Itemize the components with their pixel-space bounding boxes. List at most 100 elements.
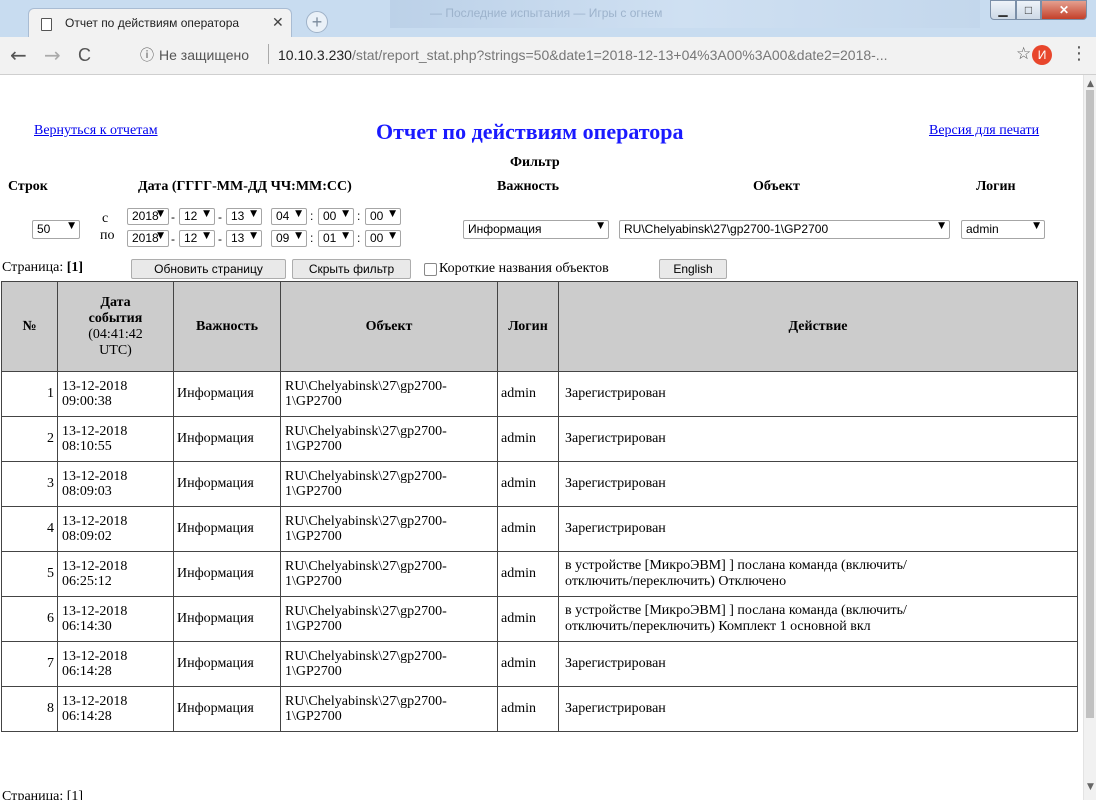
row-date: 13-12-2018 08:10:55 bbox=[57, 416, 174, 462]
row-action-line1: Зарегистрирован bbox=[565, 386, 666, 401]
row-object-line2: 1\GP2700 bbox=[285, 484, 342, 499]
row-importance: Информация bbox=[173, 371, 281, 417]
from-second-select[interactable]: 00 ▼ bbox=[365, 208, 401, 225]
maximize-button[interactable]: □ bbox=[1016, 0, 1041, 20]
back-to-reports-link[interactable]: Вернуться к отчетам bbox=[34, 123, 158, 139]
table-row: 6 13-12-2018 06:14:30 Информация RU\Chelyabi… bbox=[1, 596, 1078, 642]
row-number-text: 4 bbox=[47, 521, 54, 536]
window-controls: ▁ □ ✕ bbox=[990, 0, 1092, 21]
to-day-select[interactable]: 13 ▼ bbox=[226, 230, 262, 247]
report-table: № Дата события (04:41:42 UTC) Важность О… bbox=[1, 281, 1078, 732]
time-separator: : bbox=[310, 231, 314, 245]
col-header-object: Объект bbox=[280, 281, 498, 372]
address-bar[interactable]: ⓘ Не защищено 10.10.3.230/stat/report_st… bbox=[135, 41, 1005, 69]
row-date-time: 06:25:12 bbox=[62, 574, 112, 589]
scroll-down-arrow-icon[interactable]: ▼ bbox=[1087, 782, 1094, 792]
row-action: в устройстве [МикроЭВМ] ] послана команд… bbox=[558, 596, 1078, 642]
close-tab-icon[interactable]: ✕ bbox=[272, 14, 284, 31]
page-content: Вернуться к отчетам Отчет по действиям о… bbox=[0, 75, 1083, 800]
close-window-button[interactable]: ✕ bbox=[1041, 0, 1087, 20]
to-second-select[interactable]: 00 ▼ bbox=[365, 230, 401, 247]
english-button[interactable]: English bbox=[659, 259, 727, 279]
date-header-tz: UTC) bbox=[99, 342, 132, 358]
scroll-up-arrow-icon[interactable]: ▲ bbox=[1087, 79, 1094, 89]
row-importance-text: Информация bbox=[177, 431, 254, 446]
row-number-text: 3 bbox=[47, 476, 54, 491]
table-row: 7 13-12-2018 06:14:28 Информация RU\Chelyabi… bbox=[1, 641, 1078, 687]
row-number-text: 7 bbox=[47, 656, 54, 671]
browser-toolbar: ← → C ⓘ Не защищено 10.10.3.230/stat/rep… bbox=[0, 37, 1096, 75]
to-hour-select[interactable]: 09 ▼ bbox=[271, 230, 307, 247]
row-date-day: 13-12-2018 bbox=[62, 514, 128, 529]
row-importance: Информация bbox=[173, 596, 281, 642]
row-date-day: 13-12-2018 bbox=[62, 379, 128, 394]
chevron-down-icon: ▼ bbox=[250, 231, 257, 241]
table-row: 4 13-12-2018 08:09:02 Информация RU\Chelyabi… bbox=[1, 506, 1078, 552]
time-separator: : bbox=[357, 231, 361, 245]
rows-select[interactable]: 50 ▼ bbox=[32, 220, 80, 239]
row-number-text: 1 bbox=[47, 386, 54, 401]
row-login-text: admin bbox=[501, 701, 536, 716]
chevron-down-icon: ▼ bbox=[157, 231, 164, 241]
from-minute-select[interactable]: 00 ▼ bbox=[318, 208, 354, 225]
row-importance-text: Информация bbox=[177, 611, 254, 626]
row-date: 13-12-2018 08:09:03 bbox=[57, 461, 174, 507]
row-object-line1: RU\Chelyabinsk\27\gp2700- bbox=[285, 469, 447, 484]
chevron-down-icon: ▼ bbox=[389, 231, 396, 241]
from-day-select[interactable]: 13 ▼ bbox=[226, 208, 262, 225]
short-names-checkbox[interactable] bbox=[424, 263, 437, 276]
from-hour-select[interactable]: 04 ▼ bbox=[271, 208, 307, 225]
forward-arrow-icon[interactable]: → bbox=[44, 43, 61, 67]
date-separator: - bbox=[171, 232, 175, 246]
object-select[interactable]: RU\Chelyabinsk\27\gp2700-1\GP2700 ▼ bbox=[619, 220, 950, 239]
bookmark-star-icon[interactable]: ☆ bbox=[1016, 44, 1031, 64]
minimize-button[interactable]: ▁ bbox=[990, 0, 1016, 20]
row-number-text: 2 bbox=[47, 431, 54, 446]
row-date-time: 09:00:38 bbox=[62, 394, 112, 409]
table-header-row: № Дата события (04:41:42 UTC) Важность О… bbox=[1, 281, 1078, 372]
row-object-line1: RU\Chelyabinsk\27\gp2700- bbox=[285, 559, 447, 574]
row-action-line1: Зарегистрирован bbox=[565, 701, 666, 716]
date-separator: - bbox=[171, 210, 175, 224]
row-action: Зарегистрирован bbox=[558, 371, 1078, 417]
refresh-page-button[interactable]: Обновить страницу bbox=[131, 259, 286, 279]
from-year-value: 2018 bbox=[132, 209, 159, 223]
row-login: admin bbox=[497, 416, 559, 462]
row-number: 2 bbox=[1, 416, 58, 462]
to-second-value: 00 bbox=[370, 231, 384, 245]
security-label[interactable]: Не защищено bbox=[159, 47, 249, 63]
importance-select[interactable]: Информация ▼ bbox=[463, 220, 609, 239]
to-month-select[interactable]: 12 ▼ bbox=[179, 230, 215, 247]
row-object-line2: 1\GP2700 bbox=[285, 709, 342, 724]
page-title: Отчет по действиям оператора bbox=[376, 119, 684, 144]
print-version-link[interactable]: Версия для печати bbox=[929, 123, 1039, 139]
url-text[interactable]: 10.10.3.230/stat/report_stat.php?strings… bbox=[278, 47, 887, 63]
reload-icon[interactable]: C bbox=[78, 45, 91, 66]
row-number: 4 bbox=[1, 506, 58, 552]
browser-menu-icon[interactable]: ⋮ bbox=[1070, 43, 1088, 64]
browser-tab[interactable]: Отчет по действиям оператора ✕ bbox=[28, 8, 292, 38]
row-number: 5 bbox=[1, 551, 58, 597]
scrollbar-thumb[interactable] bbox=[1086, 90, 1094, 718]
login-select[interactable]: admin ▼ bbox=[961, 220, 1045, 239]
url-path: /stat/report_stat.php?strings=50&date1=2… bbox=[351, 47, 888, 63]
chevron-down-icon: ▼ bbox=[68, 221, 75, 231]
row-date-day: 13-12-2018 bbox=[62, 604, 128, 619]
back-arrow-icon[interactable]: ← bbox=[10, 43, 27, 67]
new-tab-button[interactable]: + bbox=[306, 11, 328, 33]
profile-avatar[interactable]: И bbox=[1032, 45, 1052, 65]
from-day-value: 13 bbox=[231, 209, 245, 223]
table-row: 5 13-12-2018 06:25:12 Информация RU\Chelyabi… bbox=[1, 551, 1078, 597]
hide-filter-button[interactable]: Скрыть фильтр bbox=[292, 259, 411, 279]
vertical-scrollbar[interactable]: ▲ ▼ bbox=[1083, 75, 1096, 800]
from-month-select[interactable]: 12 ▼ bbox=[179, 208, 215, 225]
row-importance-text: Информация bbox=[177, 521, 254, 536]
to-year-select[interactable]: 2018 ▼ bbox=[127, 230, 169, 247]
row-number-text: 6 bbox=[47, 611, 54, 626]
current-page[interactable]: [1] bbox=[67, 260, 83, 275]
row-date-time: 06:14:28 bbox=[62, 664, 112, 679]
to-minute-select[interactable]: 01 ▼ bbox=[318, 230, 354, 247]
info-icon[interactable]: ⓘ bbox=[140, 45, 154, 65]
date-header-time: (04:41:42 bbox=[88, 326, 143, 342]
from-year-select[interactable]: 2018 ▼ bbox=[127, 208, 169, 225]
